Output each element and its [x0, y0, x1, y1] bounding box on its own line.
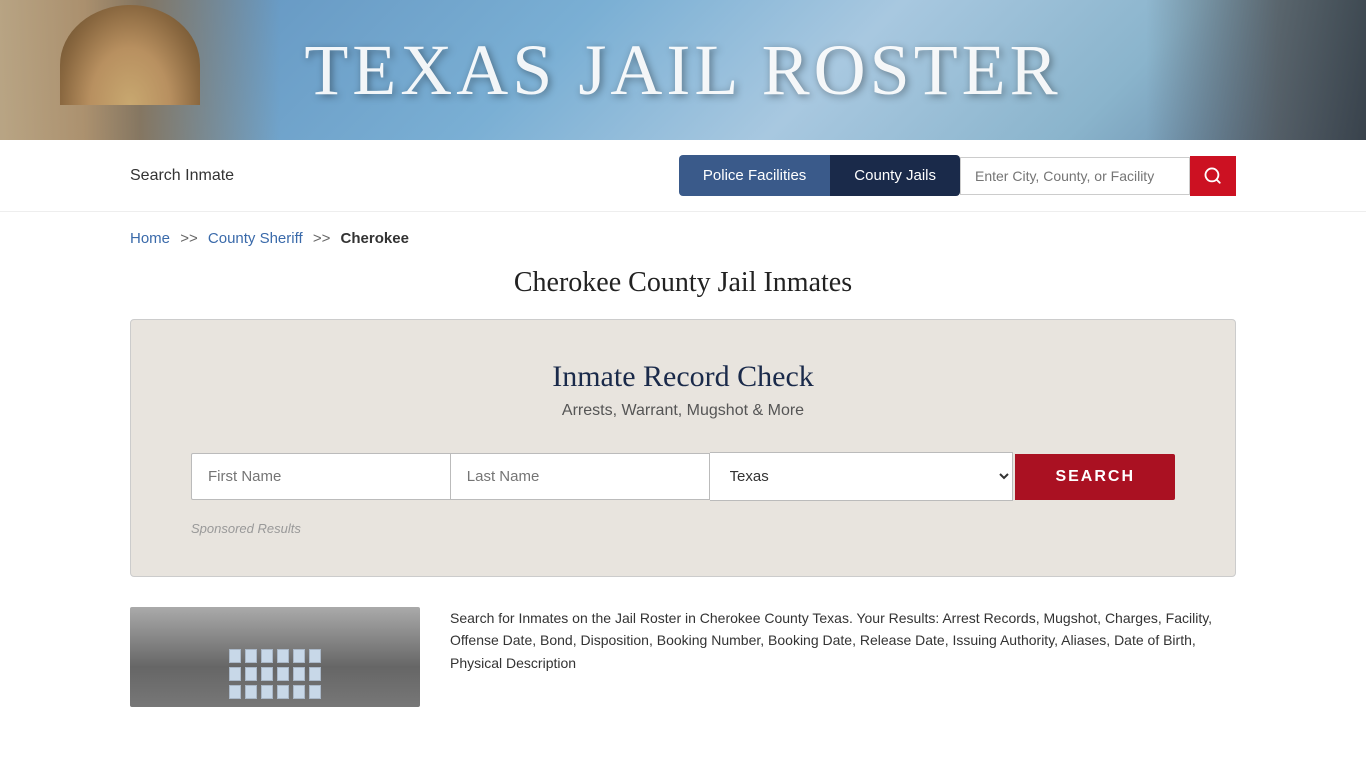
nav-bar: Search Inmate Police Facilities County J…: [0, 140, 1366, 212]
nav-buttons: Police Facilities County Jails: [679, 155, 1236, 196]
breadcrumb-home[interactable]: Home: [130, 230, 170, 247]
state-select[interactable]: AlabamaAlaskaArizonaArkansasCaliforniaCo…: [710, 452, 1014, 501]
county-jails-button[interactable]: County Jails: [830, 155, 960, 196]
bottom-description: Search for Inmates on the Jail Roster in…: [450, 607, 1236, 707]
facility-search-input[interactable]: [960, 157, 1190, 195]
header-banner: Texas Jail Roster: [0, 0, 1366, 140]
search-inmate-label: Search Inmate: [130, 167, 234, 185]
breadcrumb-county-sheriff[interactable]: County Sheriff: [208, 230, 303, 247]
keys-background: [1146, 0, 1366, 140]
breadcrumb: Home >> County Sheriff >> Cherokee: [0, 212, 1366, 257]
site-title: Texas Jail Roster: [304, 29, 1061, 112]
record-check-form: AlabamaAlaskaArizonaArkansasCaliforniaCo…: [191, 452, 1175, 501]
record-check-subtitle: Arrests, Warrant, Mugshot & More: [191, 402, 1175, 420]
police-facilities-button[interactable]: Police Facilities: [679, 155, 830, 196]
building-visual: [130, 607, 420, 707]
record-check-search-button[interactable]: SEARCH: [1015, 454, 1175, 500]
record-check-title: Inmate Record Check: [191, 360, 1175, 394]
breadcrumb-sep2: >>: [313, 230, 331, 247]
facility-search-button[interactable]: [1190, 156, 1236, 196]
breadcrumb-sep1: >>: [180, 230, 198, 247]
building-windows: [229, 649, 321, 699]
first-name-input[interactable]: [191, 453, 451, 500]
breadcrumb-current: Cherokee: [341, 230, 409, 247]
last-name-input[interactable]: [451, 453, 710, 500]
page-title: Cherokee County Jail Inmates: [0, 267, 1366, 299]
search-icon: [1204, 167, 1222, 185]
sponsored-results-label: Sponsored Results: [191, 521, 1175, 536]
record-check-box: Inmate Record Check Arrests, Warrant, Mu…: [130, 319, 1236, 577]
facility-image: [130, 607, 420, 707]
bottom-section: Search for Inmates on the Jail Roster in…: [0, 607, 1366, 737]
